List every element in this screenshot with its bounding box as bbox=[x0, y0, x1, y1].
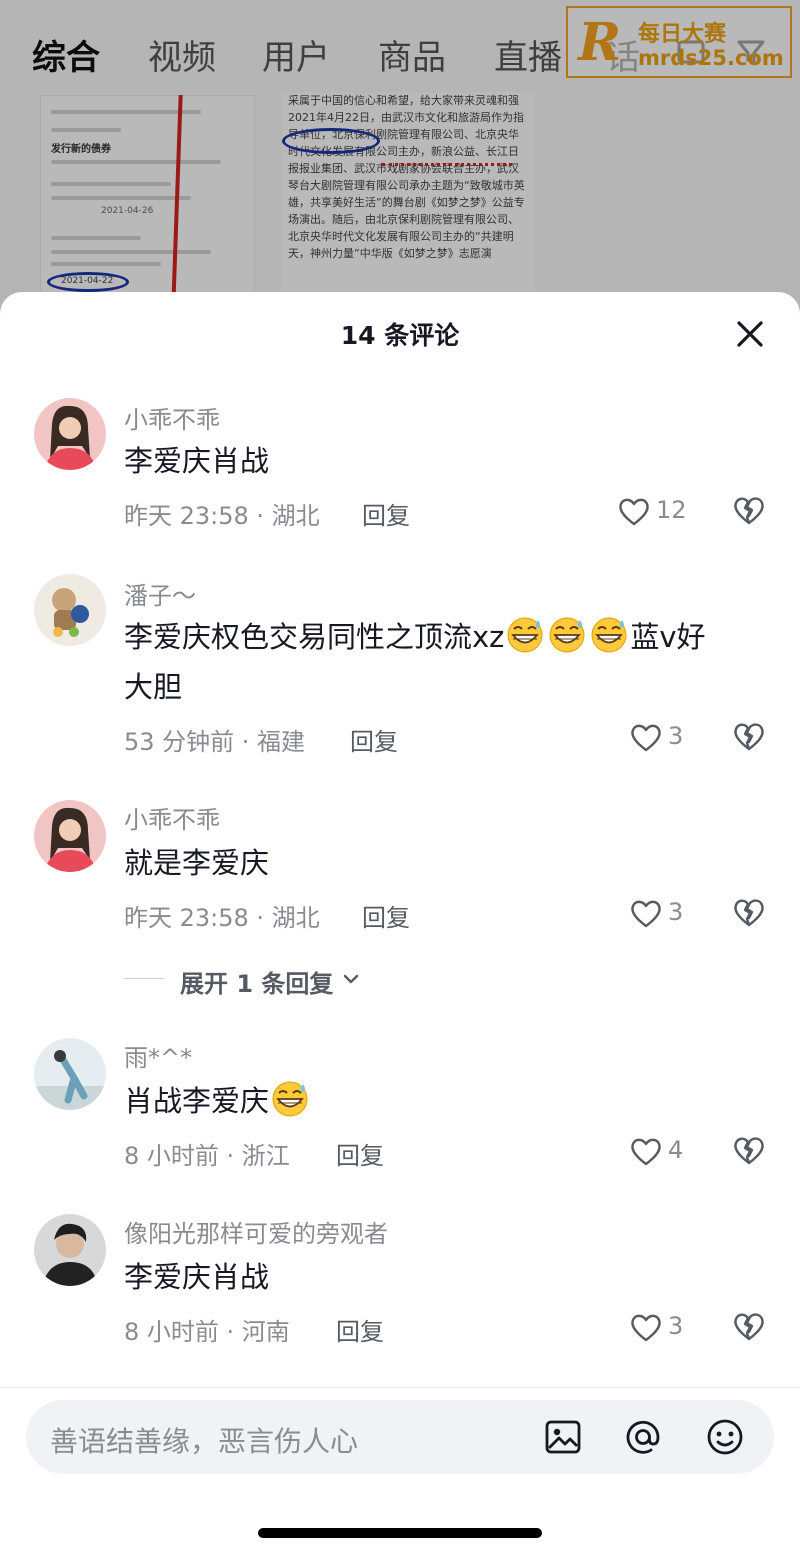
comment-time-location: 53 分钟前 · 福建 bbox=[124, 728, 306, 756]
expand-replies-label: 展开 1 条回复 bbox=[180, 970, 334, 998]
like-count: 3 bbox=[668, 722, 684, 750]
like-count: 3 bbox=[668, 1312, 684, 1340]
comment-count-title: 14 条评论 bbox=[340, 321, 460, 350]
heart-icon bbox=[631, 1138, 661, 1166]
avatar[interactable] bbox=[34, 1214, 106, 1286]
comment-text: 肖战李爱庆 bbox=[124, 1076, 764, 1126]
reply-button[interactable]: 回复 bbox=[362, 898, 410, 933]
reply-button[interactable]: 回复 bbox=[350, 722, 398, 757]
comment-time-location: 8 小时前 · 浙江 bbox=[124, 1142, 290, 1170]
reply-button[interactable]: 回复 bbox=[336, 1136, 384, 1171]
avatar[interactable] bbox=[34, 800, 106, 872]
broken-heart-icon[interactable] bbox=[732, 1310, 766, 1344]
comment-text: 就是李爱庆 bbox=[124, 846, 270, 880]
like-count: 3 bbox=[668, 898, 684, 926]
like-button[interactable]: 12 bbox=[618, 494, 698, 530]
comment-username[interactable]: 小乖不乖 bbox=[124, 800, 220, 835]
comment-input-placeholder: 善语结善缘，恶言伤人心 bbox=[50, 1425, 359, 1458]
comment-text-part: 肖战李爱庆 bbox=[124, 1084, 270, 1118]
comment-username[interactable]: 像阳光那样可爱的旁观者 bbox=[124, 1214, 388, 1249]
heart-icon bbox=[619, 498, 649, 526]
background-search-page: 综合 视频 用户 商品 直播 话 发行新的债券 2021-04-26 2021-… bbox=[0, 0, 800, 340]
like-button[interactable]: 3 bbox=[630, 896, 710, 932]
grin-sweat-emoji bbox=[507, 617, 544, 653]
comment-input[interactable]: 善语结善缘，恶言伤人心 bbox=[26, 1400, 774, 1474]
like-count: 12 bbox=[656, 496, 687, 524]
broken-heart-icon[interactable] bbox=[732, 1134, 766, 1168]
at-icon[interactable] bbox=[622, 1416, 664, 1458]
chevron-down-icon bbox=[343, 974, 359, 984]
broken-heart-icon[interactable] bbox=[732, 896, 766, 930]
heart-icon bbox=[631, 724, 661, 752]
broken-heart-icon[interactable] bbox=[732, 720, 766, 754]
like-button[interactable]: 4 bbox=[630, 1134, 710, 1170]
like-count: 4 bbox=[668, 1136, 684, 1164]
broken-heart-icon[interactable] bbox=[732, 494, 766, 528]
comment-time-location: 8 小时前 · 河南 bbox=[124, 1318, 290, 1346]
expand-divider bbox=[124, 978, 164, 979]
comment-text: 李爱庆肖战 bbox=[124, 1260, 270, 1294]
avatar[interactable] bbox=[34, 398, 106, 470]
comment-username[interactable]: 小乖不乖 bbox=[124, 400, 220, 435]
heart-icon bbox=[631, 1314, 661, 1342]
grin-sweat-emoji bbox=[272, 1081, 309, 1117]
close-icon[interactable] bbox=[730, 314, 770, 354]
comment-time-location: 昨天 23:58 · 湖北 bbox=[124, 502, 320, 530]
comment-username[interactable]: 潘子～ bbox=[124, 576, 196, 611]
avatar[interactable] bbox=[34, 574, 106, 646]
emoji-icon[interactable] bbox=[704, 1416, 746, 1458]
comment-text: 李爱庆肖战 bbox=[124, 444, 270, 478]
input-divider bbox=[0, 1387, 800, 1388]
dim-overlay[interactable] bbox=[0, 0, 800, 340]
home-indicator[interactable] bbox=[258, 1528, 542, 1538]
comment-time-location: 昨天 23:58 · 湖北 bbox=[124, 904, 320, 932]
reply-button[interactable]: 回复 bbox=[362, 496, 410, 531]
grin-sweat-emoji bbox=[549, 617, 586, 653]
reply-button[interactable]: 回复 bbox=[336, 1312, 384, 1347]
like-button[interactable]: 3 bbox=[630, 720, 710, 756]
comment-text-part: 蓝v好 bbox=[630, 620, 706, 654]
avatar[interactable] bbox=[34, 1038, 106, 1110]
comment-text-part: 大胆 bbox=[124, 670, 183, 704]
grin-sweat-emoji bbox=[591, 617, 628, 653]
comment-text-part: 李爱庆权色交易同性之顶流xz bbox=[124, 620, 505, 654]
image-icon[interactable] bbox=[542, 1416, 584, 1458]
like-button[interactable]: 3 bbox=[630, 1310, 710, 1346]
comment-username[interactable]: 雨*^* bbox=[124, 1038, 192, 1073]
heart-icon bbox=[631, 900, 661, 928]
comment-text: 李爱庆权色交易同性之顶流xz 蓝v好大胆 bbox=[124, 612, 764, 712]
